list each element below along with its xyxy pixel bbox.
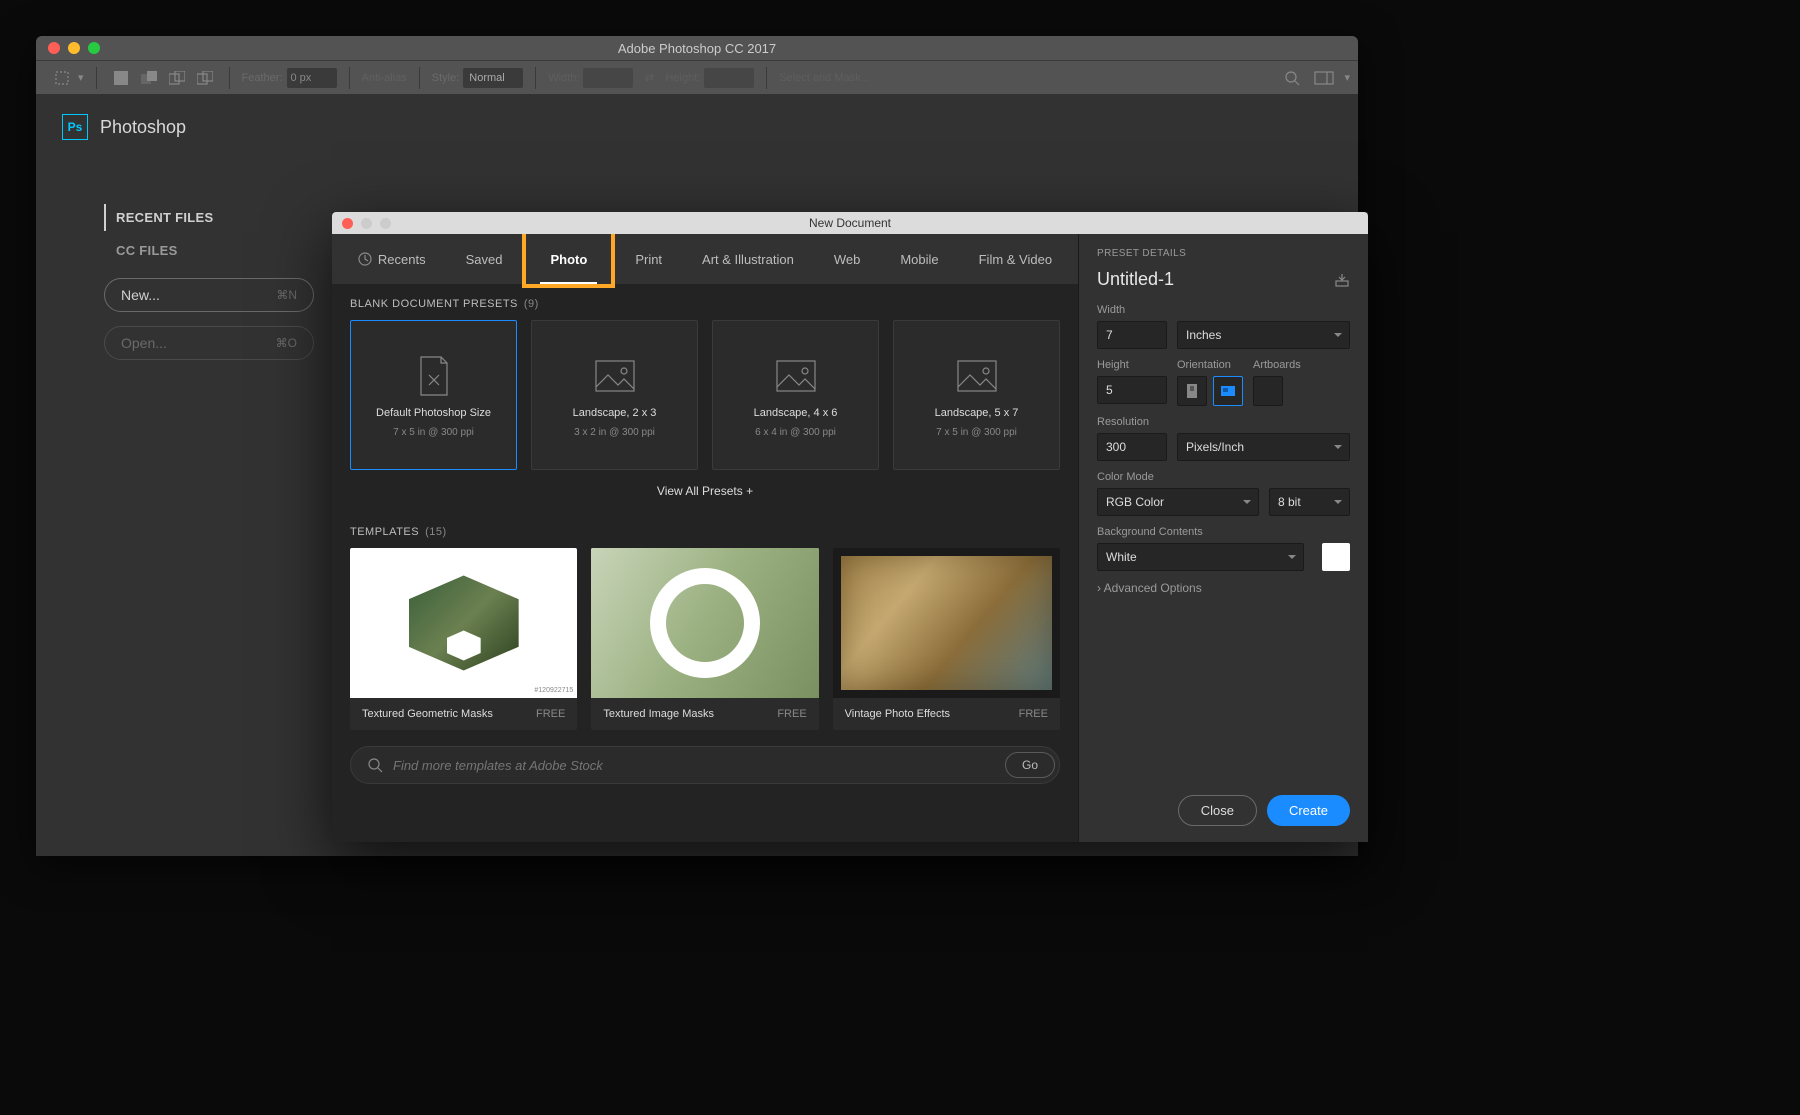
tab-recents[interactable]: Recents (338, 234, 446, 284)
preset-landscape-2x3[interactable]: Landscape, 2 x 3 3 x 2 in @ 300 ppi (531, 320, 698, 470)
templates-heading: TEMPLATES (350, 526, 419, 538)
artboards-label: Artboards (1253, 359, 1350, 371)
height-label: Height (1097, 359, 1167, 371)
orientation-portrait-button[interactable] (1177, 376, 1207, 406)
height-input[interactable] (1097, 376, 1167, 404)
presets-count: (9) (524, 298, 539, 310)
clock-icon (358, 252, 372, 266)
document-icon (409, 353, 459, 399)
preset-details-heading: PRESET DETAILS (1097, 248, 1350, 259)
width-unit-select[interactable]: Inches (1177, 321, 1350, 349)
category-tabs: Recents Saved Photo Print Art & Illustra… (332, 234, 1078, 284)
tab-photo-highlight: Photo (522, 234, 615, 288)
create-button[interactable]: Create (1267, 795, 1350, 826)
resolution-unit-select[interactable]: Pixels/Inch (1177, 433, 1350, 461)
tab-saved[interactable]: Saved (446, 234, 523, 284)
template-textured-image-masks[interactable]: Textured Image MasksFREE (591, 548, 818, 730)
dialog-titlebar: New Document (332, 212, 1368, 234)
document-name-input[interactable] (1097, 269, 1277, 290)
add-selection-icon[interactable] (137, 66, 161, 90)
feather-label: Feather: (242, 72, 283, 84)
view-all-presets-button[interactable]: View All Presets + (332, 470, 1078, 512)
subtract-selection-icon[interactable] (165, 66, 189, 90)
search-icon (367, 757, 383, 773)
style-label: Style: (432, 72, 460, 84)
tab-web[interactable]: Web (814, 234, 881, 284)
search-icon[interactable] (1280, 66, 1304, 90)
image-icon (590, 353, 640, 399)
sidebar-cc-files[interactable]: CC FILES (104, 237, 314, 264)
select-mask-button: Select and Mask... (779, 72, 870, 84)
preset-default-photoshop-size[interactable]: Default Photoshop Size 7 x 5 in @ 300 pp… (350, 320, 517, 470)
preset-landscape-4x6[interactable]: Landscape, 4 x 6 6 x 4 in @ 300 ppi (712, 320, 879, 470)
titlebar: Adobe Photoshop CC 2017 (36, 36, 1358, 60)
orientation-label: Orientation (1177, 359, 1243, 371)
intersect-selection-icon[interactable] (193, 66, 217, 90)
window-title: Adobe Photoshop CC 2017 (36, 41, 1358, 56)
stock-search-bar: Go (350, 746, 1060, 784)
save-preset-icon[interactable] (1334, 273, 1350, 287)
presets-heading: BLANK DOCUMENT PRESETS (350, 298, 518, 310)
resolution-label: Resolution (1097, 416, 1350, 428)
width-input[interactable] (1097, 321, 1167, 349)
stock-go-button[interactable]: Go (1005, 752, 1055, 778)
advanced-options-toggle[interactable]: Advanced Options (1097, 581, 1350, 595)
stock-search-input[interactable] (393, 758, 995, 773)
marquee-tool-icon[interactable] (50, 66, 74, 90)
antialias-label: Anti-alias (362, 72, 407, 84)
background-contents-select[interactable]: White (1097, 543, 1304, 571)
tab-film-video[interactable]: Film & Video (959, 234, 1072, 284)
width-label: Width (1097, 304, 1350, 316)
photoshop-logo-icon: Ps (62, 114, 88, 140)
style-select[interactable]: Normal (463, 68, 523, 88)
open-button[interactable]: Open...⌘O (104, 326, 314, 360)
templates-count: (15) (425, 526, 447, 538)
template-vintage-photo-effects[interactable]: Vintage Photo EffectsFREE (833, 548, 1060, 730)
artboards-checkbox[interactable] (1253, 376, 1283, 406)
image-icon (952, 353, 1002, 399)
dim-height-label: Height: (665, 72, 700, 84)
new-selection-icon[interactable] (109, 66, 133, 90)
close-button[interactable]: Close (1178, 795, 1257, 826)
color-mode-label: Color Mode (1097, 471, 1350, 483)
sidebar-recent-files[interactable]: RECENT FILES (104, 204, 314, 231)
background-color-swatch[interactable] (1322, 543, 1350, 571)
orientation-landscape-button[interactable] (1213, 376, 1243, 406)
swap-dimensions-icon: ⇄ (637, 66, 661, 90)
resolution-input[interactable] (1097, 433, 1167, 461)
start-sidebar: RECENT FILES CC FILES New...⌘N Open...⌘O (104, 204, 314, 360)
new-button[interactable]: New...⌘N (104, 278, 314, 312)
app-name-label: Photoshop (100, 117, 186, 138)
dim-width-input (583, 68, 633, 88)
tab-photo[interactable]: Photo (526, 234, 611, 284)
image-icon (771, 353, 821, 399)
dialog-title: New Document (332, 216, 1368, 230)
options-toolbar: ▾ Feather: Anti-alias Style: Normal Widt… (36, 60, 1358, 94)
tab-mobile[interactable]: Mobile (880, 234, 958, 284)
template-textured-geometric-masks[interactable]: #120922715 Textured Geometric MasksFREE (350, 548, 577, 730)
new-document-dialog: New Document Recents Saved Photo Print A… (332, 212, 1368, 842)
workspace-switcher-icon[interactable] (1312, 66, 1336, 90)
bit-depth-select[interactable]: 8 bit (1269, 488, 1350, 516)
dim-height-input (704, 68, 754, 88)
dim-width-label: Width: (548, 72, 579, 84)
color-mode-select[interactable]: RGB Color (1097, 488, 1259, 516)
tab-art-illustration[interactable]: Art & Illustration (682, 234, 814, 284)
tab-print[interactable]: Print (615, 234, 682, 284)
preset-landscape-5x7[interactable]: Landscape, 5 x 7 7 x 5 in @ 300 ppi (893, 320, 1060, 470)
feather-input[interactable] (287, 68, 337, 88)
background-contents-label: Background Contents (1097, 526, 1350, 538)
